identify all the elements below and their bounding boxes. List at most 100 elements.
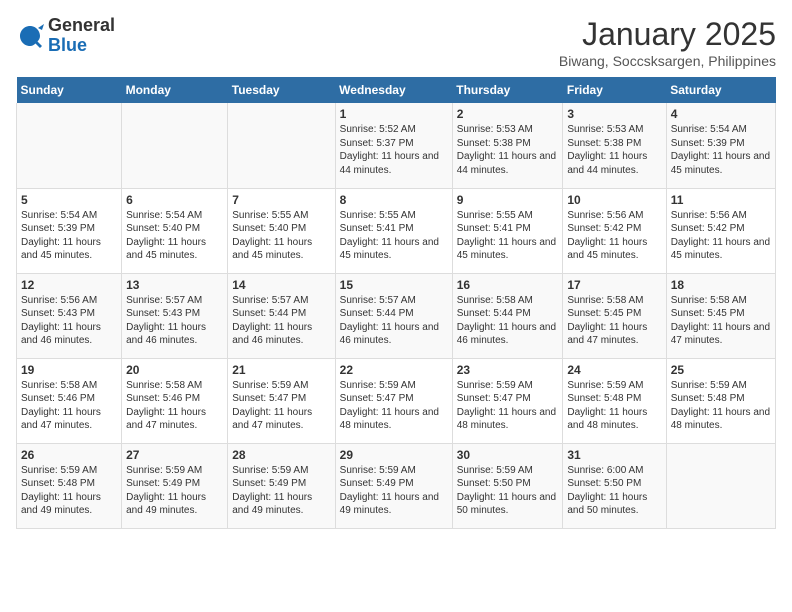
day-content: Sunrise: 5:53 AM Sunset: 5:38 PM Dayligh… — [457, 123, 559, 177]
page-header: General Blue January 2025 Biwang, Soccsk… — [16, 16, 776, 69]
calendar-cell: 29Sunrise: 5:59 AM Sunset: 5:49 PM Dayli… — [335, 443, 452, 528]
logo: General Blue — [16, 16, 115, 56]
day-number: 23 — [457, 363, 559, 377]
calendar-cell: 25 Sunrise: 5:59 AM Sunset: 5:48 PM Dayli… — [666, 358, 775, 443]
day-number: 22 — [340, 363, 448, 377]
day-content: Sunrise: 5:59 AM Sunset: 5:47 PM Dayligh… — [340, 379, 448, 433]
calendar-cell: 18Sunrise: 5:58 AM Sunset: 5:45 PM Dayli… — [666, 273, 775, 358]
day-number: 27 — [126, 448, 223, 462]
calendar-cell: 3 Sunrise: 5:53 AM Sunset: 5:38 PM Daylig… — [563, 103, 666, 188]
day-number: 4 — [671, 107, 771, 121]
day-content: Sunrise: 6:00 AM Sunset: 5:50 PM Dayligh… — [567, 464, 661, 518]
day-number: 28 — [232, 448, 330, 462]
day-content: Sunrise: 5:58 AM Sunset: 5:46 PM Dayligh… — [21, 379, 117, 433]
day-number: 10 — [567, 193, 661, 207]
day-content: Sunrise: 5:55 AM Sunset: 5:40 PM Dayligh… — [232, 209, 330, 263]
header-day-monday: Monday — [122, 77, 228, 103]
calendar-cell: 13Sunrise: 5:57 AM Sunset: 5:43 PM Dayli… — [122, 273, 228, 358]
calendar-cell: 12 Sunrise: 5:56 AM Sunset: 5:43 PM Dayli… — [17, 273, 122, 358]
day-number: 12 — [21, 278, 117, 292]
header-day-saturday: Saturday — [666, 77, 775, 103]
calendar-cell: 31 Sunrise: 6:00 AM Sunset: 5:50 PM Dayli… — [563, 443, 666, 528]
day-content: Sunrise: 5:58 AM Sunset: 5:46 PM Dayligh… — [126, 379, 223, 433]
day-content: Sunrise: 5:58 AM Sunset: 5:44 PM Dayligh… — [457, 294, 559, 348]
header-day-tuesday: Tuesday — [228, 77, 335, 103]
day-content: Sunrise: 5:54 AM Sunset: 5:39 PM Dayligh… — [671, 123, 771, 177]
calendar-cell: 28 Sunrise: 5:59 AM Sunset: 5:49 PM Dayli… — [228, 443, 335, 528]
week-row-4: 26 Sunrise: 5:59 AM Sunset: 5:48 PM Dayli… — [17, 443, 776, 528]
day-number: 25 — [671, 363, 771, 377]
calendar-cell: 19 Sunrise: 5:58 AM Sunset: 5:46 PM Dayli… — [17, 358, 122, 443]
calendar-cell — [666, 443, 775, 528]
header-day-friday: Friday — [563, 77, 666, 103]
day-content: Sunrise: 5:58 AM Sunset: 5:45 PM Dayligh… — [567, 294, 661, 348]
day-number: 5 — [21, 193, 117, 207]
day-number: 3 — [567, 107, 661, 121]
header-day-thursday: Thursday — [452, 77, 563, 103]
logo-general-text: General — [48, 15, 115, 35]
logo-icon — [16, 22, 44, 50]
day-number: 20 — [126, 363, 223, 377]
calendar-cell: 24Sunrise: 5:59 AM Sunset: 5:48 PM Dayli… — [563, 358, 666, 443]
day-number: 24 — [567, 363, 661, 377]
calendar-cell: 7Sunrise: 5:55 AM Sunset: 5:40 PM Daylig… — [228, 188, 335, 273]
day-number: 1 — [340, 107, 448, 121]
day-number: 11 — [671, 193, 771, 207]
calendar-cell: 10 Sunrise: 5:56 AM Sunset: 5:42 PM Dayli… — [563, 188, 666, 273]
calendar-cell: 8 Sunrise: 5:55 AM Sunset: 5:41 PM Daylig… — [335, 188, 452, 273]
calendar-cell: 17 Sunrise: 5:58 AM Sunset: 5:45 PM Dayli… — [563, 273, 666, 358]
day-content: Sunrise: 5:59 AM Sunset: 5:49 PM Dayligh… — [126, 464, 223, 518]
calendar-cell — [228, 103, 335, 188]
calendar-body: 1 Sunrise: 5:52 AM Sunset: 5:37 PM Daylig… — [17, 103, 776, 528]
week-row-3: 19 Sunrise: 5:58 AM Sunset: 5:46 PM Dayli… — [17, 358, 776, 443]
day-content: Sunrise: 5:56 AM Sunset: 5:42 PM Dayligh… — [671, 209, 771, 263]
day-number: 8 — [340, 193, 448, 207]
day-number: 17 — [567, 278, 661, 292]
day-content: Sunrise: 5:55 AM Sunset: 5:41 PM Dayligh… — [340, 209, 448, 263]
calendar-cell: 14Sunrise: 5:57 AM Sunset: 5:44 PM Dayli… — [228, 273, 335, 358]
day-number: 16 — [457, 278, 559, 292]
day-number: 15 — [340, 278, 448, 292]
day-content: Sunrise: 5:59 AM Sunset: 5:47 PM Dayligh… — [457, 379, 559, 433]
calendar-cell: 1 Sunrise: 5:52 AM Sunset: 5:37 PM Daylig… — [335, 103, 452, 188]
calendar-cell: 30 Sunrise: 5:59 AM Sunset: 5:50 PM Dayli… — [452, 443, 563, 528]
day-number: 21 — [232, 363, 330, 377]
day-number: 29 — [340, 448, 448, 462]
calendar-title: January 2025 — [559, 16, 776, 53]
day-content: Sunrise: 5:59 AM Sunset: 5:48 PM Dayligh… — [21, 464, 117, 518]
day-number: 2 — [457, 107, 559, 121]
day-content: Sunrise: 5:57 AM Sunset: 5:43 PM Dayligh… — [126, 294, 223, 348]
day-content: Sunrise: 5:55 AM Sunset: 5:41 PM Dayligh… — [457, 209, 559, 263]
day-content: Sunrise: 5:52 AM Sunset: 5:37 PM Dayligh… — [340, 123, 448, 177]
calendar-cell: 2 Sunrise: 5:53 AM Sunset: 5:38 PM Daylig… — [452, 103, 563, 188]
day-content: Sunrise: 5:56 AM Sunset: 5:42 PM Dayligh… — [567, 209, 661, 263]
calendar-cell: 26 Sunrise: 5:59 AM Sunset: 5:48 PM Dayli… — [17, 443, 122, 528]
header-row: SundayMondayTuesdayWednesdayThursdayFrid… — [17, 77, 776, 103]
calendar-cell — [122, 103, 228, 188]
calendar-cell: 11 Sunrise: 5:56 AM Sunset: 5:42 PM Dayli… — [666, 188, 775, 273]
week-row-0: 1 Sunrise: 5:52 AM Sunset: 5:37 PM Daylig… — [17, 103, 776, 188]
day-number: 19 — [21, 363, 117, 377]
day-content: Sunrise: 5:59 AM Sunset: 5:49 PM Dayligh… — [232, 464, 330, 518]
calendar-cell: 27 Sunrise: 5:59 AM Sunset: 5:49 PM Dayli… — [122, 443, 228, 528]
week-row-2: 12 Sunrise: 5:56 AM Sunset: 5:43 PM Dayli… — [17, 273, 776, 358]
day-number: 6 — [126, 193, 223, 207]
calendar-table: SundayMondayTuesdayWednesdayThursdayFrid… — [16, 77, 776, 529]
calendar-cell: 20 Sunrise: 5:58 AM Sunset: 5:46 PM Dayli… — [122, 358, 228, 443]
day-content: Sunrise: 5:54 AM Sunset: 5:40 PM Dayligh… — [126, 209, 223, 263]
day-content: Sunrise: 5:57 AM Sunset: 5:44 PM Dayligh… — [340, 294, 448, 348]
day-content: Sunrise: 5:59 AM Sunset: 5:48 PM Dayligh… — [671, 379, 771, 433]
day-content: Sunrise: 5:53 AM Sunset: 5:38 PM Dayligh… — [567, 123, 661, 177]
day-number: 31 — [567, 448, 661, 462]
header-day-wednesday: Wednesday — [335, 77, 452, 103]
day-content: Sunrise: 5:59 AM Sunset: 5:50 PM Dayligh… — [457, 464, 559, 518]
day-number: 14 — [232, 278, 330, 292]
calendar-cell: 16 Sunrise: 5:58 AM Sunset: 5:44 PM Dayli… — [452, 273, 563, 358]
day-number: 26 — [21, 448, 117, 462]
week-row-1: 5Sunrise: 5:54 AM Sunset: 5:39 PM Daylig… — [17, 188, 776, 273]
calendar-cell: 23 Sunrise: 5:59 AM Sunset: 5:47 PM Dayli… — [452, 358, 563, 443]
day-content: Sunrise: 5:56 AM Sunset: 5:43 PM Dayligh… — [21, 294, 117, 348]
calendar-cell: 6 Sunrise: 5:54 AM Sunset: 5:40 PM Daylig… — [122, 188, 228, 273]
day-content: Sunrise: 5:58 AM Sunset: 5:45 PM Dayligh… — [671, 294, 771, 348]
day-number: 30 — [457, 448, 559, 462]
